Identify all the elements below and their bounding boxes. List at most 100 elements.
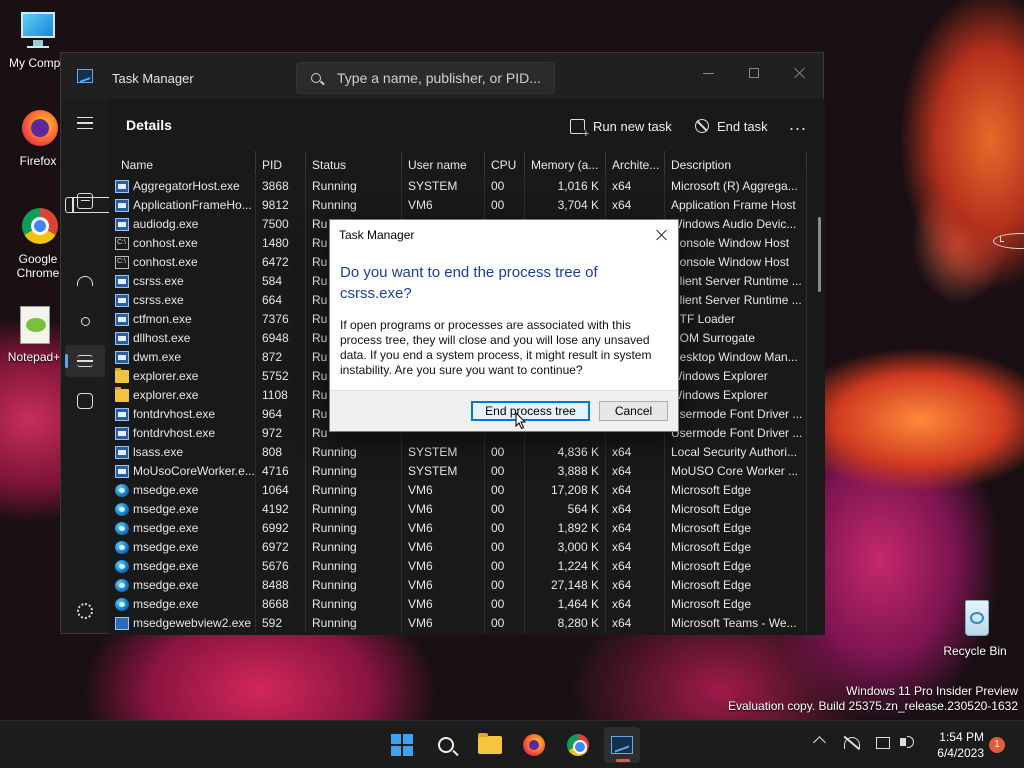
cell-desc: Application Frame Host	[665, 196, 807, 215]
minimize-icon	[702, 72, 714, 74]
process-name: ctfmon.exe	[133, 312, 192, 326]
start-button[interactable]	[384, 727, 420, 763]
close-button[interactable]	[777, 59, 823, 87]
nav-processes[interactable]	[65, 145, 765, 213]
process-name: msedge.exe	[133, 483, 199, 497]
display-icon[interactable]	[876, 737, 890, 749]
end-task-label: End task	[717, 118, 768, 134]
table-row[interactable]: msedge.exe 8488 Running VM6 00 27,148 Kx64 Mic…	[109, 576, 809, 595]
column-header-cpu[interactable]: CPU	[485, 151, 525, 175]
system-app-icon	[115, 465, 129, 478]
chrome-icon	[567, 734, 589, 756]
end-task-button[interactable]: End task	[695, 113, 768, 139]
nav-app-history[interactable]	[65, 225, 1024, 257]
process-name: msedge.exe	[133, 578, 199, 592]
column-header-pid[interactable]: PID	[256, 151, 306, 175]
close-icon	[794, 67, 806, 79]
table-row[interactable]: msedge.exe 6972 Running VM6 00 3,000 Kx64 Micr…	[109, 538, 809, 557]
cell-desc: Usermode Font Driver ...	[665, 405, 807, 424]
desktop-icon-notepadpp[interactable]: Notepad+	[2, 304, 66, 364]
cell-arch: x64	[606, 481, 665, 500]
show-hidden-icons-chevron-icon[interactable]	[813, 736, 826, 749]
column-header-arch[interactable]: Archite...	[606, 151, 665, 175]
table-row[interactable]: lsass.exe 808 Running SYSTEM 00 4,836 Kx64 Loc…	[109, 443, 809, 462]
table-row[interactable]: AggregatorHost.exe 3868 Running SYSTEM 00 1,0…	[109, 177, 809, 196]
search-icon	[438, 737, 454, 753]
edge-icon	[115, 579, 129, 592]
table-row[interactable]: msedge.exe 4192 Running VM6 00 564 Kx64 Micros…	[109, 500, 809, 519]
table-row[interactable]: ApplicationFrameHo... 9812 Running VM6 00 3,7…	[109, 196, 809, 215]
cancel-button[interactable]: Cancel	[599, 401, 668, 421]
cell-name: msedge.exe	[109, 557, 256, 576]
taskbar-chrome[interactable]	[560, 727, 596, 763]
cell-cpu: 00	[485, 500, 525, 519]
cell-name: msedge.exe	[109, 538, 256, 557]
cell-cpu: 00	[485, 557, 525, 576]
cell-desc: Client Server Runtime ...	[665, 272, 807, 291]
taskbar-task-manager[interactable]	[604, 727, 640, 763]
search-box[interactable]	[296, 62, 555, 94]
column-header-desc[interactable]: Description	[665, 151, 807, 175]
cell-mem: 1,464 K	[525, 595, 606, 614]
nav-details[interactable]	[65, 345, 105, 377]
nav-settings[interactable]	[65, 595, 105, 627]
cell-desc: Client Server Runtime ...	[665, 291, 807, 310]
desktop-icon-recycle-bin[interactable]: Recycle Bin	[943, 598, 1007, 658]
cell-arch: x64	[606, 519, 665, 538]
more-options-button[interactable]: ...	[789, 115, 807, 133]
table-row[interactable]: msedge.exe 1064 Running VM6 00 17,208 Kx64 Mic…	[109, 481, 809, 500]
cell-arch: x64	[606, 595, 665, 614]
end-process-tree-button[interactable]: End process tree	[471, 401, 590, 421]
cell-name: AggregatorHost.exe	[109, 177, 256, 196]
close-icon	[656, 229, 668, 241]
cell-user: SYSTEM	[402, 443, 485, 462]
edge-icon	[115, 541, 129, 554]
column-header-mem[interactable]: Memory (a...	[525, 151, 606, 175]
start-icon	[391, 734, 413, 756]
cell-name: msedgewebview2.exe	[109, 614, 256, 633]
firefox-icon	[523, 734, 545, 756]
cell-user: SYSTEM	[402, 462, 485, 481]
nav-menu-button[interactable]	[65, 107, 105, 139]
taskbar-search-button[interactable]	[428, 727, 464, 763]
cell-arch: x64	[606, 177, 665, 196]
table-row[interactable]: msedge.exe 8668 Running VM6 00 1,464 Kx64 Micr…	[109, 595, 809, 614]
file-explorer-icon	[478, 733, 502, 754]
run-new-task-button[interactable]: Run new task	[570, 113, 672, 139]
cell-user: VM6	[402, 196, 485, 215]
table-row[interactable]: MoUsoCoreWorker.e... 4716 Running SYSTEM 00 3…	[109, 462, 809, 481]
nav-performance[interactable]	[65, 185, 105, 217]
title-bar[interactable]: Task Manager	[61, 53, 823, 99]
nav-services[interactable]	[65, 385, 105, 417]
app-history-icon	[993, 233, 1024, 249]
vertical-scrollbar[interactable]	[818, 217, 821, 292]
column-header-user[interactable]: User name	[402, 151, 485, 175]
table-row[interactable]: msedge.exe 6992 Running VM6 00 1,892 Kx64 Micr…	[109, 519, 809, 538]
search-input[interactable]	[337, 68, 547, 88]
nav-users[interactable]	[65, 305, 105, 337]
cell-cpu: 00	[485, 481, 525, 500]
cell-arch: x64	[606, 576, 665, 595]
build-watermark: Windows 11 Pro Insider Preview Evaluatio…	[728, 684, 1018, 714]
process-name: explorer.exe	[133, 369, 199, 383]
system-app-icon	[115, 180, 129, 193]
nav-startup-apps[interactable]	[65, 265, 105, 297]
minimize-button[interactable]	[685, 59, 731, 87]
dialog-close-button[interactable]	[652, 225, 672, 245]
column-header-status[interactable]: Status	[306, 151, 402, 175]
volume-icon[interactable]	[900, 736, 914, 748]
process-name: msedge.exe	[133, 597, 199, 611]
network-disconnected-icon[interactable]	[844, 737, 860, 749]
taskbar-firefox[interactable]	[516, 727, 552, 763]
table-row[interactable]: msedgewebview2.exe 592 Running VM6 00 8,280 K…	[109, 614, 809, 633]
process-name: fontdrvhost.exe	[133, 426, 216, 440]
taskbar-file-explorer[interactable]	[472, 727, 508, 763]
notification-badge[interactable]: 1	[989, 737, 1005, 753]
maximize-button[interactable]	[731, 59, 777, 87]
dialog-title: Task Manager	[339, 228, 415, 242]
table-row[interactable]: msedge.exe 5676 Running VM6 00 1,224 Kx64 Micr…	[109, 557, 809, 576]
taskbar: 1:54 PM 6/4/2023 1	[0, 720, 1024, 768]
column-header-name[interactable]: Name	[109, 151, 256, 175]
clock[interactable]: 1:54 PM 6/4/2023	[928, 729, 984, 761]
cell-pid: 6472	[256, 253, 306, 272]
